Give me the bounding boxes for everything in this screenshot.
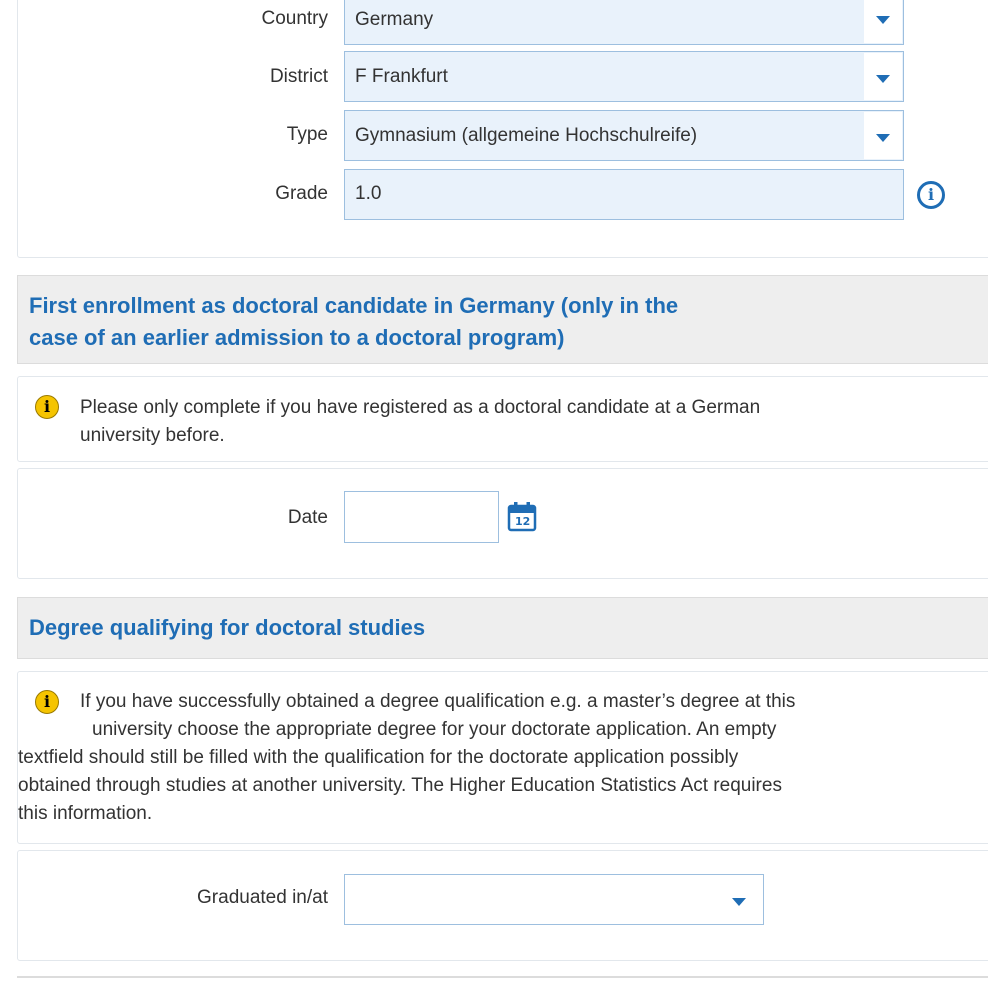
first-enrollment-date-panel [17,468,988,579]
graduated-label: Graduated in/at [197,887,328,908]
district-select-value: F Frankfurt [355,66,448,87]
date-label: Date [287,507,328,528]
calendar-day: 12 [515,515,531,528]
first-enrollment-info-line1: Please only complete if you have registe… [80,397,761,418]
info-icon[interactable]: i [917,181,945,209]
first-enrollment-info-panel: i Please only complete if you have regis… [17,376,988,462]
first-enrollment-title-line2: case of an earlier admission to a doctor… [29,325,565,350]
date-input[interactable] [344,491,499,543]
district-select-toggle[interactable] [864,53,902,100]
type-select[interactable]: Gymnasium (allgemeine Hochschulreife) [344,110,904,161]
grade-label: Grade [275,183,328,204]
calendar-icon[interactable]: 12 [506,500,538,532]
graduated-select[interactable] [344,874,764,925]
country-select[interactable]: Germany [344,0,904,45]
country-select-value: Germany [355,9,434,30]
chevron-down-icon [876,75,890,83]
first-enrollment-info-line2: university before. [80,425,225,446]
degree-info-panel: i If you have successfully obtained a de… [17,671,988,844]
country-label: Country [261,8,328,29]
degree-info-line3: textfield should still be filled with th… [18,747,739,768]
chevron-down-icon[interactable] [732,898,746,906]
district-label: District [269,66,328,87]
type-select-value: Gymnasium (allgemeine Hochschulreife) [355,125,698,146]
grade-input[interactable]: 1.0 [344,169,904,220]
degree-info-line5: this information. [18,803,153,824]
district-select[interactable]: F Frankfurt [344,51,904,102]
first-enrollment-header: First enrollment as doctoral candidate i… [17,275,988,364]
type-select-toggle[interactable] [864,112,902,159]
info-icon: i [35,690,59,714]
bottom-divider [17,976,988,978]
country-select-toggle[interactable] [864,0,902,43]
grade-input-value: 1.0 [355,183,382,204]
degree-info-line2: university choose the appropriate degree… [92,719,777,740]
degree-title: Degree qualifying for doctoral studies [29,615,426,640]
chevron-down-icon [876,134,890,142]
degree-header: Degree qualifying for doctoral studies [17,597,988,659]
chevron-down-icon [876,16,890,24]
info-icon: i [35,395,59,419]
first-enrollment-title-line1: First enrollment as doctoral candidate i… [29,293,679,318]
degree-info-line1: If you have successfully obtained a degr… [80,691,796,712]
type-label: Type [286,124,328,145]
degree-info-line4: obtained through studies at another univ… [18,775,782,796]
